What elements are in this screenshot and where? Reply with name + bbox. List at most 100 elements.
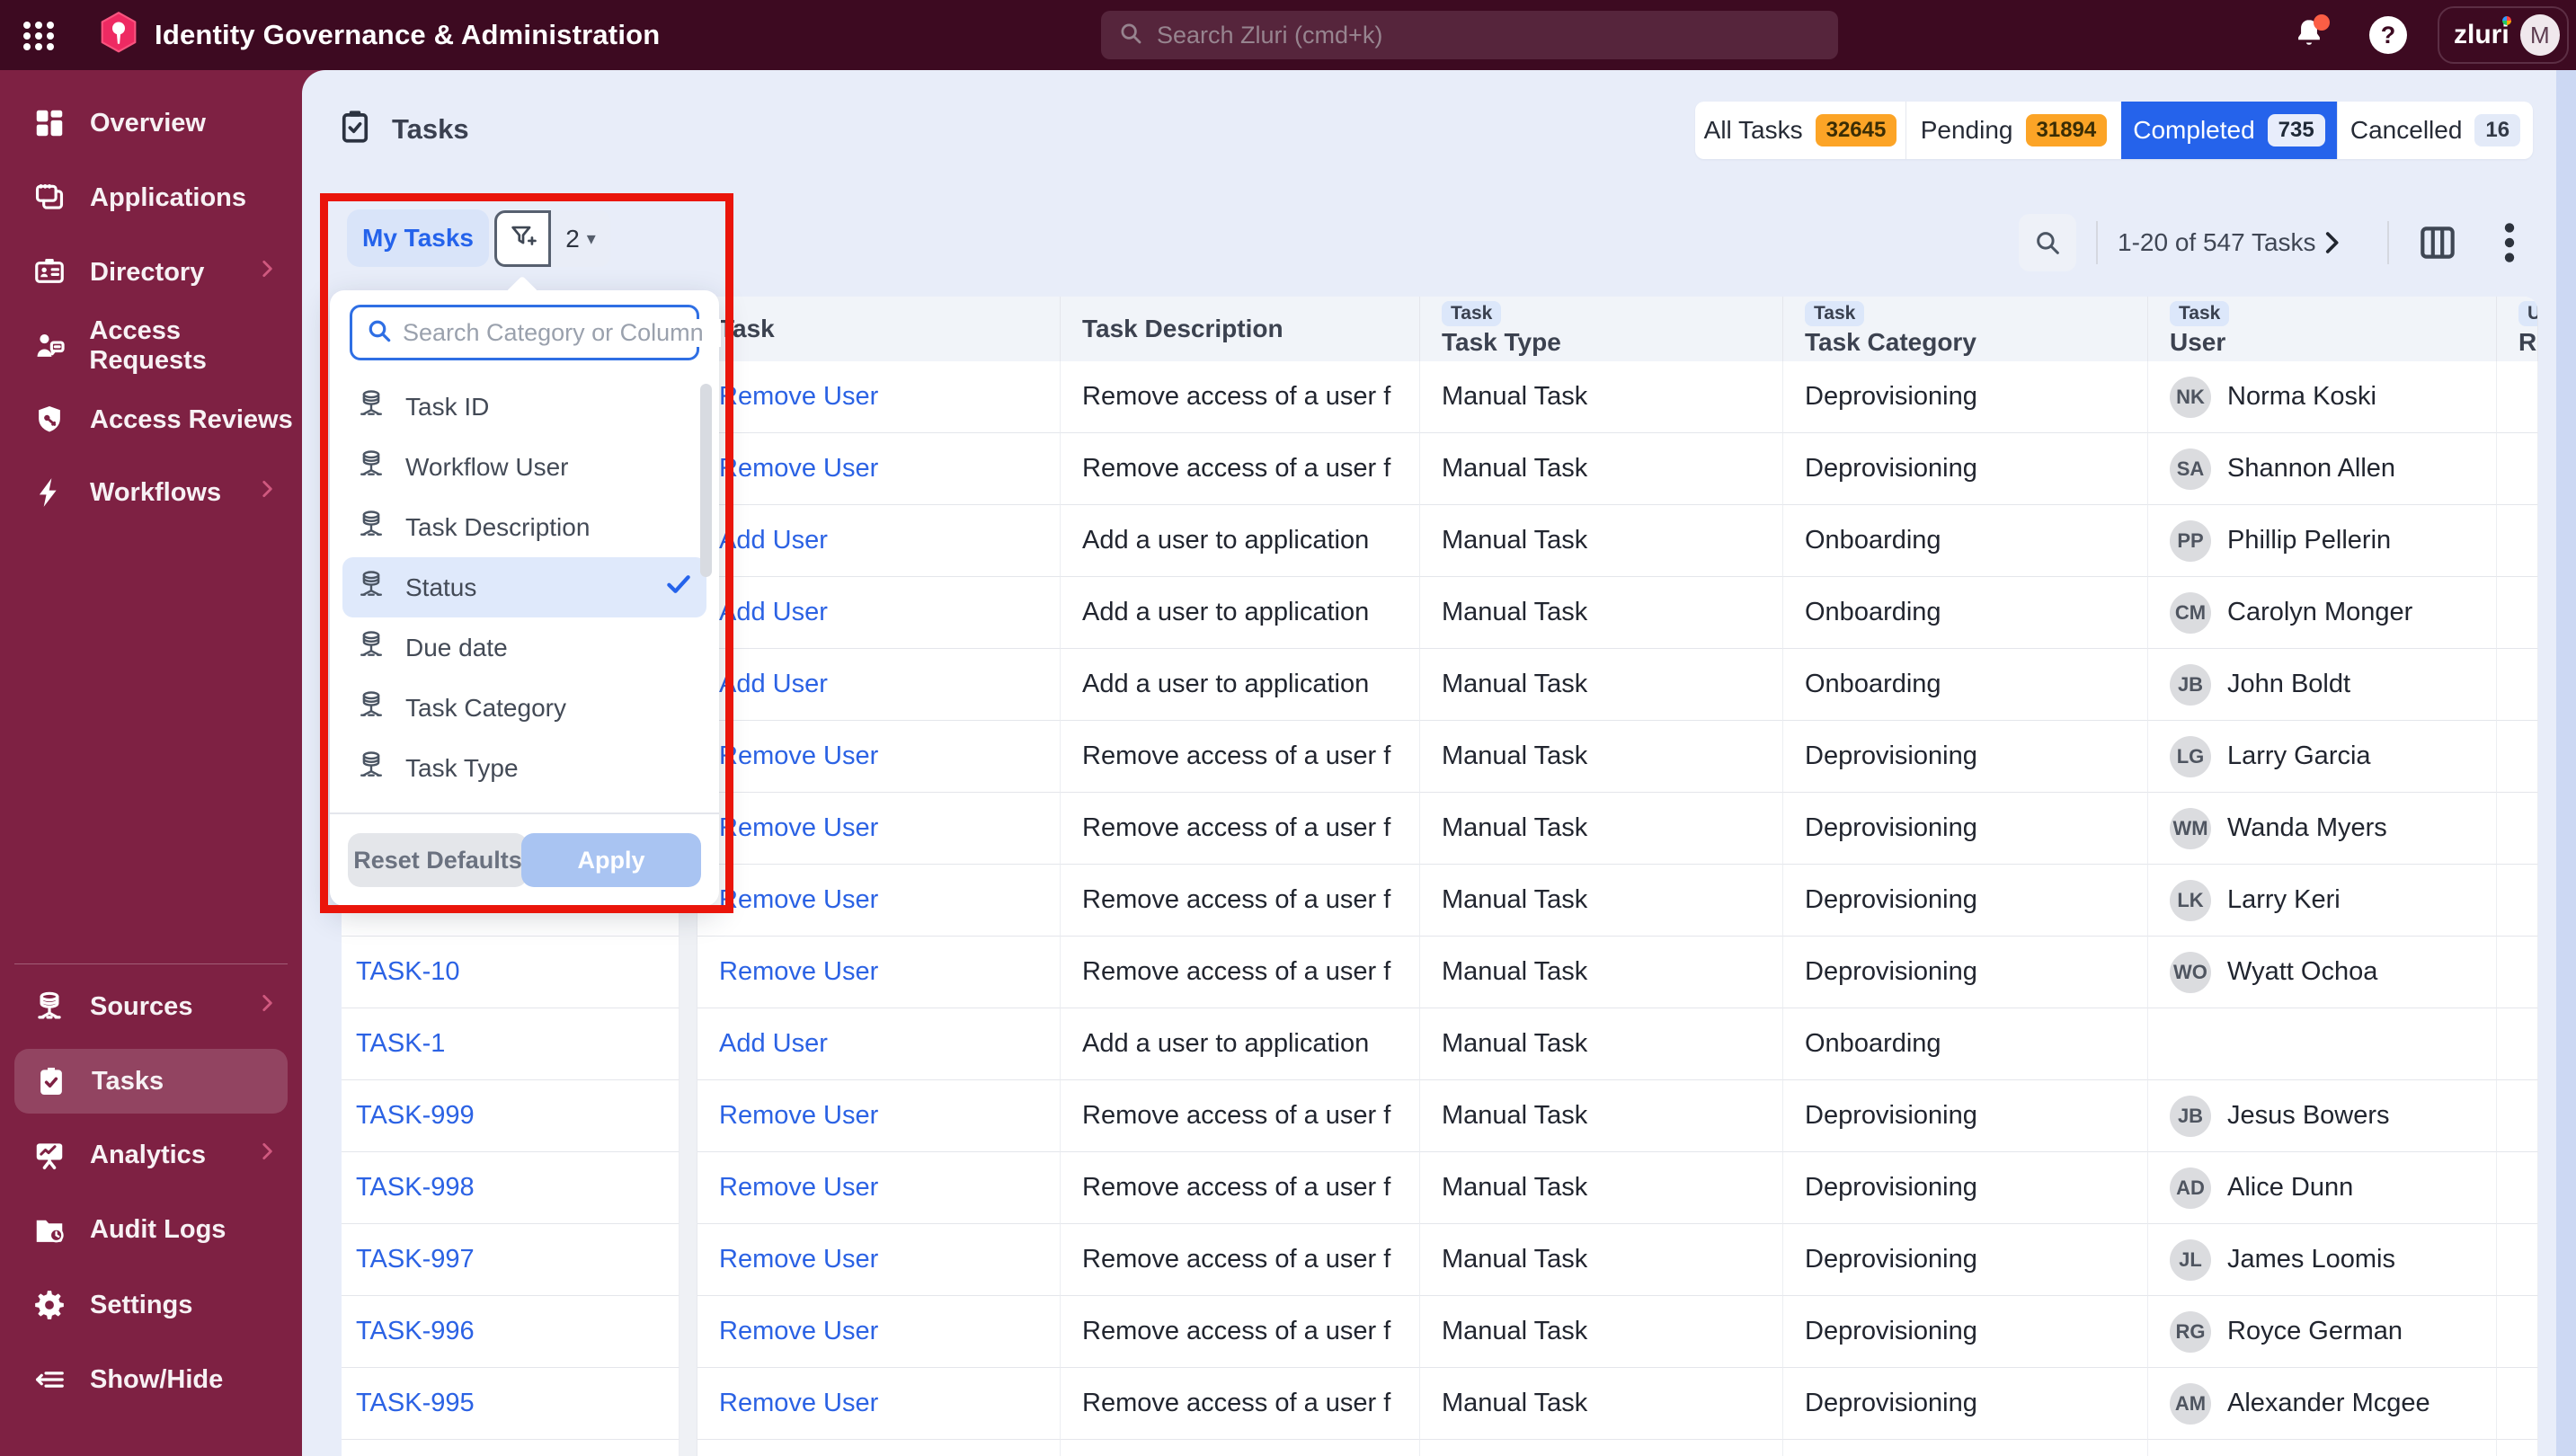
sidebar-item-analytics[interactable]: Analytics (0, 1126, 302, 1184)
category-search-input[interactable] (403, 318, 721, 347)
task-action-link[interactable]: Remove User (719, 1317, 878, 1346)
task-action-link[interactable]: Remove User (719, 1245, 878, 1274)
cell-type (1420, 1440, 1783, 1456)
app-grid-icon[interactable] (20, 16, 59, 60)
global-search[interactable] (1101, 11, 1838, 59)
task-action-link[interactable]: Remove User (719, 1101, 878, 1131)
cell-category: Deprovisioning (1783, 361, 2148, 433)
columns-icon[interactable] (2412, 218, 2463, 268)
task-action-link[interactable]: Add User (719, 526, 828, 555)
cell-description: Remove access of a user f (1061, 865, 1420, 937)
filter-count-dropdown[interactable]: 2 ▾ (551, 210, 610, 267)
cell-description: Add a user to application (1061, 649, 1420, 721)
panel-scrollbar-thumb[interactable] (700, 384, 712, 577)
task-action-link[interactable]: Remove User (719, 885, 878, 915)
column-scrollbar-track[interactable] (680, 1008, 697, 1080)
task-id-link[interactable]: TASK-10 (356, 957, 460, 987)
column-option-task-type[interactable]: Task Type (330, 738, 719, 798)
sidebar-item-audit-logs[interactable]: Audit Logs (0, 1201, 302, 1258)
my-tasks-button[interactable]: My Tasks (347, 209, 489, 267)
help-icon[interactable]: ? (2369, 16, 2407, 54)
task-action-link[interactable]: Remove User (719, 1173, 878, 1203)
global-search-input[interactable] (1157, 21, 1822, 49)
task-id-link[interactable]: TASK-998 (356, 1173, 475, 1203)
column-option-workflow-user[interactable]: Workflow User (330, 437, 719, 497)
cell-category: Deprovisioning (1783, 865, 2148, 937)
task-action-link[interactable]: Remove User (719, 813, 878, 843)
page-scrollbar[interactable] (2556, 70, 2576, 1456)
cell-task: Remove User (697, 937, 1061, 1008)
notifications-bell-icon[interactable] (2290, 14, 2332, 56)
column-options-list: Task ID Workflow User Task Description Stat… (330, 377, 719, 798)
cell-task-id: TASK-997 (342, 1224, 680, 1296)
column-scrollbar-track[interactable] (680, 937, 697, 1008)
task-id-link[interactable]: TASK-995 (356, 1389, 475, 1418)
add-filter-button[interactable] (494, 210, 551, 267)
task-action-link[interactable]: Remove User (719, 382, 878, 412)
search-icon (365, 316, 394, 350)
task-id-link[interactable]: TASK-997 (356, 1245, 475, 1274)
task-action-link[interactable]: Remove User (719, 1389, 878, 1418)
column-scrollbar-track[interactable] (680, 1296, 697, 1368)
cell-task: Remove User (697, 721, 1061, 793)
account-menu[interactable]: zluri M (2438, 6, 2569, 64)
column-option-due-date[interactable]: Due date (330, 617, 719, 678)
avatar[interactable]: M (2519, 14, 2560, 56)
task-action-link[interactable]: Remove User (719, 741, 878, 771)
task-id-link[interactable]: TASK-1 (356, 1029, 445, 1059)
cell-user: AM Alexander Mcgee (2148, 1368, 2497, 1440)
apply-button[interactable]: Apply (521, 833, 701, 887)
panel-search[interactable] (350, 305, 721, 360)
task-action-link[interactable]: Add User (719, 670, 828, 699)
column-option-task-description[interactable]: Task Description (330, 497, 719, 557)
overview-icon (31, 104, 68, 142)
user-name: Phillip Pellerin (2227, 526, 2392, 555)
sidebar-item-show-hide[interactable]: Show/Hide (0, 1351, 302, 1408)
cell-category: Deprovisioning (1783, 1368, 2148, 1440)
col-header-partial: Us R (2497, 297, 2538, 361)
more-options-kebab-icon[interactable] (2492, 218, 2527, 268)
next-page-button[interactable] (2312, 223, 2351, 262)
column-option-status[interactable]: Status (342, 557, 706, 617)
column-scrollbar-track[interactable] (680, 1224, 697, 1296)
tab-all-tasks[interactable]: All Tasks 32645 (1695, 102, 1905, 159)
user-name: Wanda Myers (2227, 813, 2387, 842)
cell-type: Manual Task (1420, 577, 1783, 649)
filter-control: 2 ▾ (494, 210, 610, 267)
page-header: Tasks (336, 108, 469, 150)
cell-type: Manual Task (1420, 1080, 1783, 1152)
cell-task: Remove User (697, 793, 1061, 865)
sidebar-item-directory[interactable]: Directory (0, 244, 302, 301)
task-action-link[interactable]: Add User (719, 1029, 828, 1059)
sidebar-item-overview[interactable]: Overview (0, 94, 302, 152)
column-scrollbar-track[interactable] (680, 1080, 697, 1152)
task-action-link[interactable]: Remove User (719, 454, 878, 484)
column-scrollbar-track[interactable] (680, 1368, 697, 1440)
column-option-task-id[interactable]: Task ID (330, 377, 719, 437)
column-scrollbar-track[interactable] (680, 1440, 697, 1456)
task-action-link[interactable]: Add User (719, 598, 828, 627)
tab-pending[interactable]: Pending 31894 (1905, 102, 2121, 159)
sidebar-item-applications[interactable]: Applications (0, 169, 302, 226)
sidebar-item-access-requests[interactable]: Access Requests (0, 316, 302, 375)
tab-label: Completed (2133, 116, 2255, 144)
col-header-user: Task User (2148, 297, 2497, 361)
column-scrollbar-track[interactable] (680, 1152, 697, 1224)
sidebar-item-workflows[interactable]: Workflows (0, 464, 302, 521)
column-option-task-category[interactable]: Task Category (330, 678, 719, 738)
cell-task-id: TASK-998 (342, 1152, 680, 1224)
task-id-link[interactable]: TASK-999 (356, 1101, 475, 1131)
tab-label: Cancelled (2349, 116, 2463, 144)
tab-cancelled[interactable]: Cancelled 16 (2337, 102, 2533, 159)
reset-defaults-button[interactable]: Reset Defaults (348, 833, 528, 887)
sidebar-item-sources[interactable]: Sources (0, 978, 302, 1035)
sidebar-item-access-reviews[interactable]: Access Reviews (0, 391, 302, 448)
task-action-link[interactable]: Remove User (719, 957, 878, 987)
sidebar-item-settings[interactable]: Settings (0, 1276, 302, 1334)
cell-description: Remove access of a user f (1061, 937, 1420, 1008)
table-search-button[interactable] (2019, 214, 2076, 271)
sidebar-item-tasks[interactable]: Tasks (14, 1049, 288, 1114)
task-id-link[interactable]: TASK-996 (356, 1317, 475, 1346)
tab-completed[interactable]: Completed 735 (2121, 102, 2337, 159)
cell-partial (2497, 361, 2538, 433)
